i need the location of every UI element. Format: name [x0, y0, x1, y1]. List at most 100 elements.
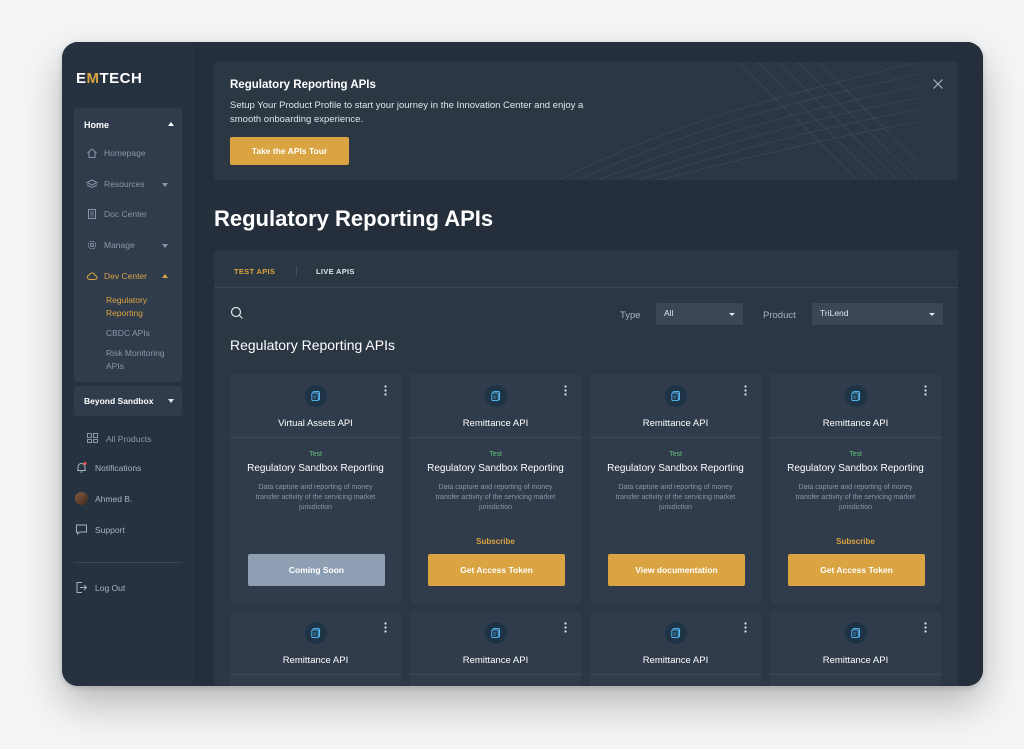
type-select[interactable]: All — [656, 303, 743, 325]
environment-badge: Test — [309, 451, 322, 458]
product-select-value: TriLend — [820, 308, 849, 318]
logout-label: Log Out — [95, 582, 126, 593]
api-card-action-button[interactable]: Get Access Token — [788, 554, 925, 586]
chevron-down-icon[interactable] — [168, 399, 174, 403]
more-options-icon[interactable] — [924, 385, 927, 396]
api-card-name: Remittance API — [462, 655, 529, 666]
chevron-down-icon — [729, 313, 735, 316]
sidebar-item-doc-center[interactable]: Doc Center — [86, 206, 147, 222]
api-card: Remittance API Test Regulatory Sandbox Re… — [770, 374, 941, 603]
beyond-sandbox-label: Beyond Sandbox — [84, 396, 154, 406]
api-card: Remittance API — [590, 611, 761, 686]
api-card-header: Virtual Assets API — [230, 374, 401, 438]
bell-icon — [77, 461, 87, 473]
sidebar-item-user[interactable]: Ahmed B. — [75, 492, 132, 505]
api-card-header: Remittance API — [410, 611, 581, 675]
api-card-title: Regulatory Sandbox Reporting — [607, 463, 744, 474]
chevron-down-icon[interactable] — [162, 183, 168, 187]
sidebar-item-label: Resources — [104, 179, 145, 189]
api-card-action-button: Coming Soon — [248, 554, 385, 586]
home-group-label[interactable]: Home — [84, 120, 109, 130]
logo-accent: M — [86, 70, 100, 87]
app-window: EMTECH Home Homepage Resources Doc Cente… — [62, 42, 983, 686]
api-card: Virtual Assets API Test Regulatory Sandbo… — [230, 374, 401, 603]
api-document-icon — [485, 385, 507, 407]
product-select[interactable]: TriLend — [812, 303, 943, 325]
sidebar-subitem-regulatory-reporting[interactable]: Regulatory Reporting — [106, 294, 178, 320]
chevron-up-icon[interactable] — [168, 122, 174, 126]
api-card-name: Remittance API — [642, 418, 709, 429]
chat-icon — [76, 524, 87, 536]
api-card: Remittance API — [230, 611, 401, 686]
api-card-header: Remittance API — [590, 611, 761, 675]
environment-badge: Test — [489, 451, 502, 458]
api-card-action-button[interactable]: View documentation — [608, 554, 745, 586]
sidebar-item-all-products[interactable]: All Products — [86, 432, 151, 445]
tab-test-apis[interactable]: TEST APIS — [234, 267, 275, 276]
api-document-icon — [845, 622, 867, 644]
sidebar-item-label: All Products — [106, 433, 152, 444]
close-icon[interactable] — [932, 78, 944, 90]
api-card-title: Regulatory Sandbox Reporting — [787, 463, 924, 474]
search-icon[interactable] — [230, 306, 244, 320]
sidebar-subitem-cbdc-apis[interactable]: CBDC APIs — [106, 327, 178, 340]
api-card-name: Remittance API — [822, 418, 889, 429]
more-options-icon[interactable] — [564, 385, 567, 396]
product-filter-label: Product — [763, 310, 796, 321]
api-document-icon — [665, 622, 687, 644]
more-options-icon[interactable] — [384, 385, 387, 396]
logo-text-suffix: TECH — [99, 70, 143, 87]
type-filter-label: Type — [620, 310, 641, 321]
more-options-icon[interactable] — [744, 622, 747, 633]
api-card: Remittance API — [410, 611, 581, 686]
api-card-title: Regulatory Sandbox Reporting — [247, 463, 384, 474]
page-title: Regulatory Reporting APIs — [214, 206, 494, 231]
sidebar-item-resources[interactable]: Resources — [86, 176, 145, 192]
api-card-header: Remittance API — [770, 611, 941, 675]
subscribe-link[interactable]: Subscribe — [410, 537, 581, 546]
more-options-icon[interactable] — [384, 622, 387, 633]
logout-icon — [76, 582, 88, 593]
api-card-description: Data capture and reporting of money tran… — [255, 484, 376, 511]
sidebar-item-dev-center[interactable]: Dev Center — [86, 268, 147, 284]
sidebar-item-homepage[interactable]: Homepage — [86, 145, 146, 161]
logo[interactable]: EMTECH — [76, 70, 142, 87]
sidebar-divider — [74, 562, 182, 563]
api-document-icon — [845, 385, 867, 407]
sidebar-item-manage[interactable]: Manage — [86, 237, 135, 253]
sidebar-item-label: Dev Center — [104, 271, 147, 281]
apis-tour-button[interactable]: Take the APIs Tour — [230, 137, 349, 165]
tab-live-apis[interactable]: LIVE APIS — [316, 267, 355, 276]
chevron-down-icon — [929, 313, 935, 316]
document-icon — [88, 209, 96, 219]
sidebar-item-label: Doc Center — [104, 209, 147, 219]
subscribe-link[interactable]: Subscribe — [770, 537, 941, 546]
api-card-action-button[interactable]: Get Access Token — [428, 554, 565, 586]
home-icon — [87, 148, 97, 158]
chevron-down-icon[interactable] — [162, 244, 168, 248]
api-card-description: Data capture and reporting of money tran… — [615, 484, 736, 511]
logout-button[interactable]: Log Out — [75, 581, 125, 594]
sidebar-subitem-risk-monitoring[interactable]: Risk Monitoring APIs — [106, 347, 178, 373]
api-card: Remittance API Test Regulatory Sandbox Re… — [590, 374, 761, 603]
environment-badge: Test — [849, 451, 862, 458]
more-options-icon[interactable] — [744, 385, 747, 396]
api-document-icon — [485, 622, 507, 644]
environment-badge: Test — [669, 451, 682, 458]
api-card-name: Remittance API — [462, 418, 529, 429]
api-card-description: Data capture and reporting of money tran… — [435, 484, 556, 511]
more-options-icon[interactable] — [564, 622, 567, 633]
more-options-icon[interactable] — [924, 622, 927, 633]
main-content: Regulatory Reporting APIs Setup Your Pro… — [194, 42, 983, 686]
sidebar-item-notifications[interactable]: Notifications — [75, 461, 141, 474]
tab-separator — [296, 266, 297, 276]
grid-icon — [87, 433, 98, 443]
cloud-icon — [87, 272, 98, 280]
api-card-name: Remittance API — [282, 655, 349, 666]
home-nav-group: Home Homepage Resources Doc Center Manag… — [74, 108, 182, 382]
banner-text: Setup Your Product Profile to start your… — [230, 100, 584, 125]
beyond-sandbox-group[interactable]: Beyond Sandbox — [74, 386, 182, 416]
sidebar-item-support[interactable]: Support — [75, 523, 125, 536]
logo-text: E — [76, 70, 87, 87]
chevron-up-icon[interactable] — [162, 274, 168, 278]
